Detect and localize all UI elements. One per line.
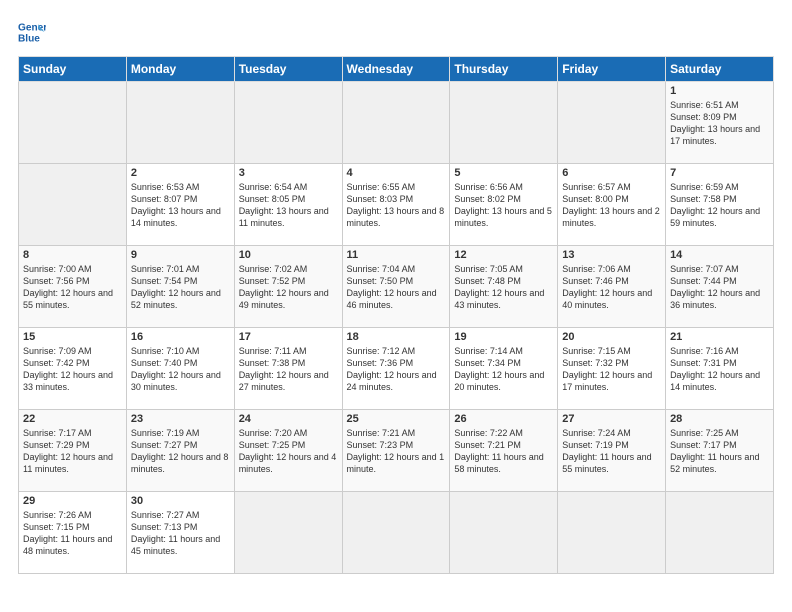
calendar-cell: 28Sunrise: 7:25 AMSunset: 7:17 PMDayligh… (666, 410, 774, 492)
calendar-cell (342, 82, 450, 164)
calendar-cell: 14Sunrise: 7:07 AMSunset: 7:44 PMDayligh… (666, 246, 774, 328)
calendar-cell: 24Sunrise: 7:20 AMSunset: 7:25 PMDayligh… (234, 410, 342, 492)
calendar-cell (126, 82, 234, 164)
svg-text:General: General (18, 22, 46, 33)
calendar-cell (558, 82, 666, 164)
calendar-cell: 22Sunrise: 7:17 AMSunset: 7:29 PMDayligh… (19, 410, 127, 492)
calendar-cell: 25Sunrise: 7:21 AMSunset: 7:23 PMDayligh… (342, 410, 450, 492)
calendar-cell: 21Sunrise: 7:16 AMSunset: 7:31 PMDayligh… (666, 328, 774, 410)
calendar-cell (666, 492, 774, 574)
header-wednesday: Wednesday (342, 57, 450, 82)
calendar-cell: 19Sunrise: 7:14 AMSunset: 7:34 PMDayligh… (450, 328, 558, 410)
header-monday: Monday (126, 57, 234, 82)
calendar-cell: 6Sunrise: 6:57 AMSunset: 8:00 PMDaylight… (558, 164, 666, 246)
header-thursday: Thursday (450, 57, 558, 82)
calendar-cell: 13Sunrise: 7:06 AMSunset: 7:46 PMDayligh… (558, 246, 666, 328)
calendar-cell: 20Sunrise: 7:15 AMSunset: 7:32 PMDayligh… (558, 328, 666, 410)
calendar-cell: 12Sunrise: 7:05 AMSunset: 7:48 PMDayligh… (450, 246, 558, 328)
calendar-cell: 29Sunrise: 7:26 AMSunset: 7:15 PMDayligh… (19, 492, 127, 574)
logo-icon: General Blue (18, 18, 46, 46)
calendar-cell: 18Sunrise: 7:12 AMSunset: 7:36 PMDayligh… (342, 328, 450, 410)
calendar-header: SundayMondayTuesdayWednesdayThursdayFrid… (19, 57, 774, 82)
calendar-cell: 5Sunrise: 6:56 AMSunset: 8:02 PMDaylight… (450, 164, 558, 246)
calendar-cell (19, 82, 127, 164)
calendar-cell: 3Sunrise: 6:54 AMSunset: 8:05 PMDaylight… (234, 164, 342, 246)
calendar-cell (558, 492, 666, 574)
calendar-cell (234, 82, 342, 164)
calendar-cell: 8Sunrise: 7:00 AMSunset: 7:56 PMDaylight… (19, 246, 127, 328)
svg-text:Blue: Blue (18, 33, 40, 44)
header-friday: Friday (558, 57, 666, 82)
page-header: General Blue (18, 18, 774, 46)
calendar-cell: 15Sunrise: 7:09 AMSunset: 7:42 PMDayligh… (19, 328, 127, 410)
calendar-cell (234, 492, 342, 574)
calendar-cell: 16Sunrise: 7:10 AMSunset: 7:40 PMDayligh… (126, 328, 234, 410)
calendar-cell: 27Sunrise: 7:24 AMSunset: 7:19 PMDayligh… (558, 410, 666, 492)
calendar-cell: 4Sunrise: 6:55 AMSunset: 8:03 PMDaylight… (342, 164, 450, 246)
header-tuesday: Tuesday (234, 57, 342, 82)
calendar-body: 1Sunrise: 6:51 AMSunset: 8:09 PMDaylight… (19, 82, 774, 574)
calendar-cell (342, 492, 450, 574)
calendar-cell: 9Sunrise: 7:01 AMSunset: 7:54 PMDaylight… (126, 246, 234, 328)
calendar-cell (450, 492, 558, 574)
calendar-cell: 11Sunrise: 7:04 AMSunset: 7:50 PMDayligh… (342, 246, 450, 328)
header-sunday: Sunday (19, 57, 127, 82)
header-saturday: Saturday (666, 57, 774, 82)
calendar-cell: 1Sunrise: 6:51 AMSunset: 8:09 PMDaylight… (666, 82, 774, 164)
calendar-cell: 10Sunrise: 7:02 AMSunset: 7:52 PMDayligh… (234, 246, 342, 328)
calendar-cell: 30Sunrise: 7:27 AMSunset: 7:13 PMDayligh… (126, 492, 234, 574)
calendar-table: SundayMondayTuesdayWednesdayThursdayFrid… (18, 56, 774, 574)
calendar-cell: 2Sunrise: 6:53 AMSunset: 8:07 PMDaylight… (126, 164, 234, 246)
calendar-cell: 17Sunrise: 7:11 AMSunset: 7:38 PMDayligh… (234, 328, 342, 410)
logo: General Blue (18, 18, 50, 46)
calendar-cell (450, 82, 558, 164)
calendar-cell: 7Sunrise: 6:59 AMSunset: 7:58 PMDaylight… (666, 164, 774, 246)
calendar-cell (19, 164, 127, 246)
calendar-cell: 23Sunrise: 7:19 AMSunset: 7:27 PMDayligh… (126, 410, 234, 492)
calendar-cell: 26Sunrise: 7:22 AMSunset: 7:21 PMDayligh… (450, 410, 558, 492)
